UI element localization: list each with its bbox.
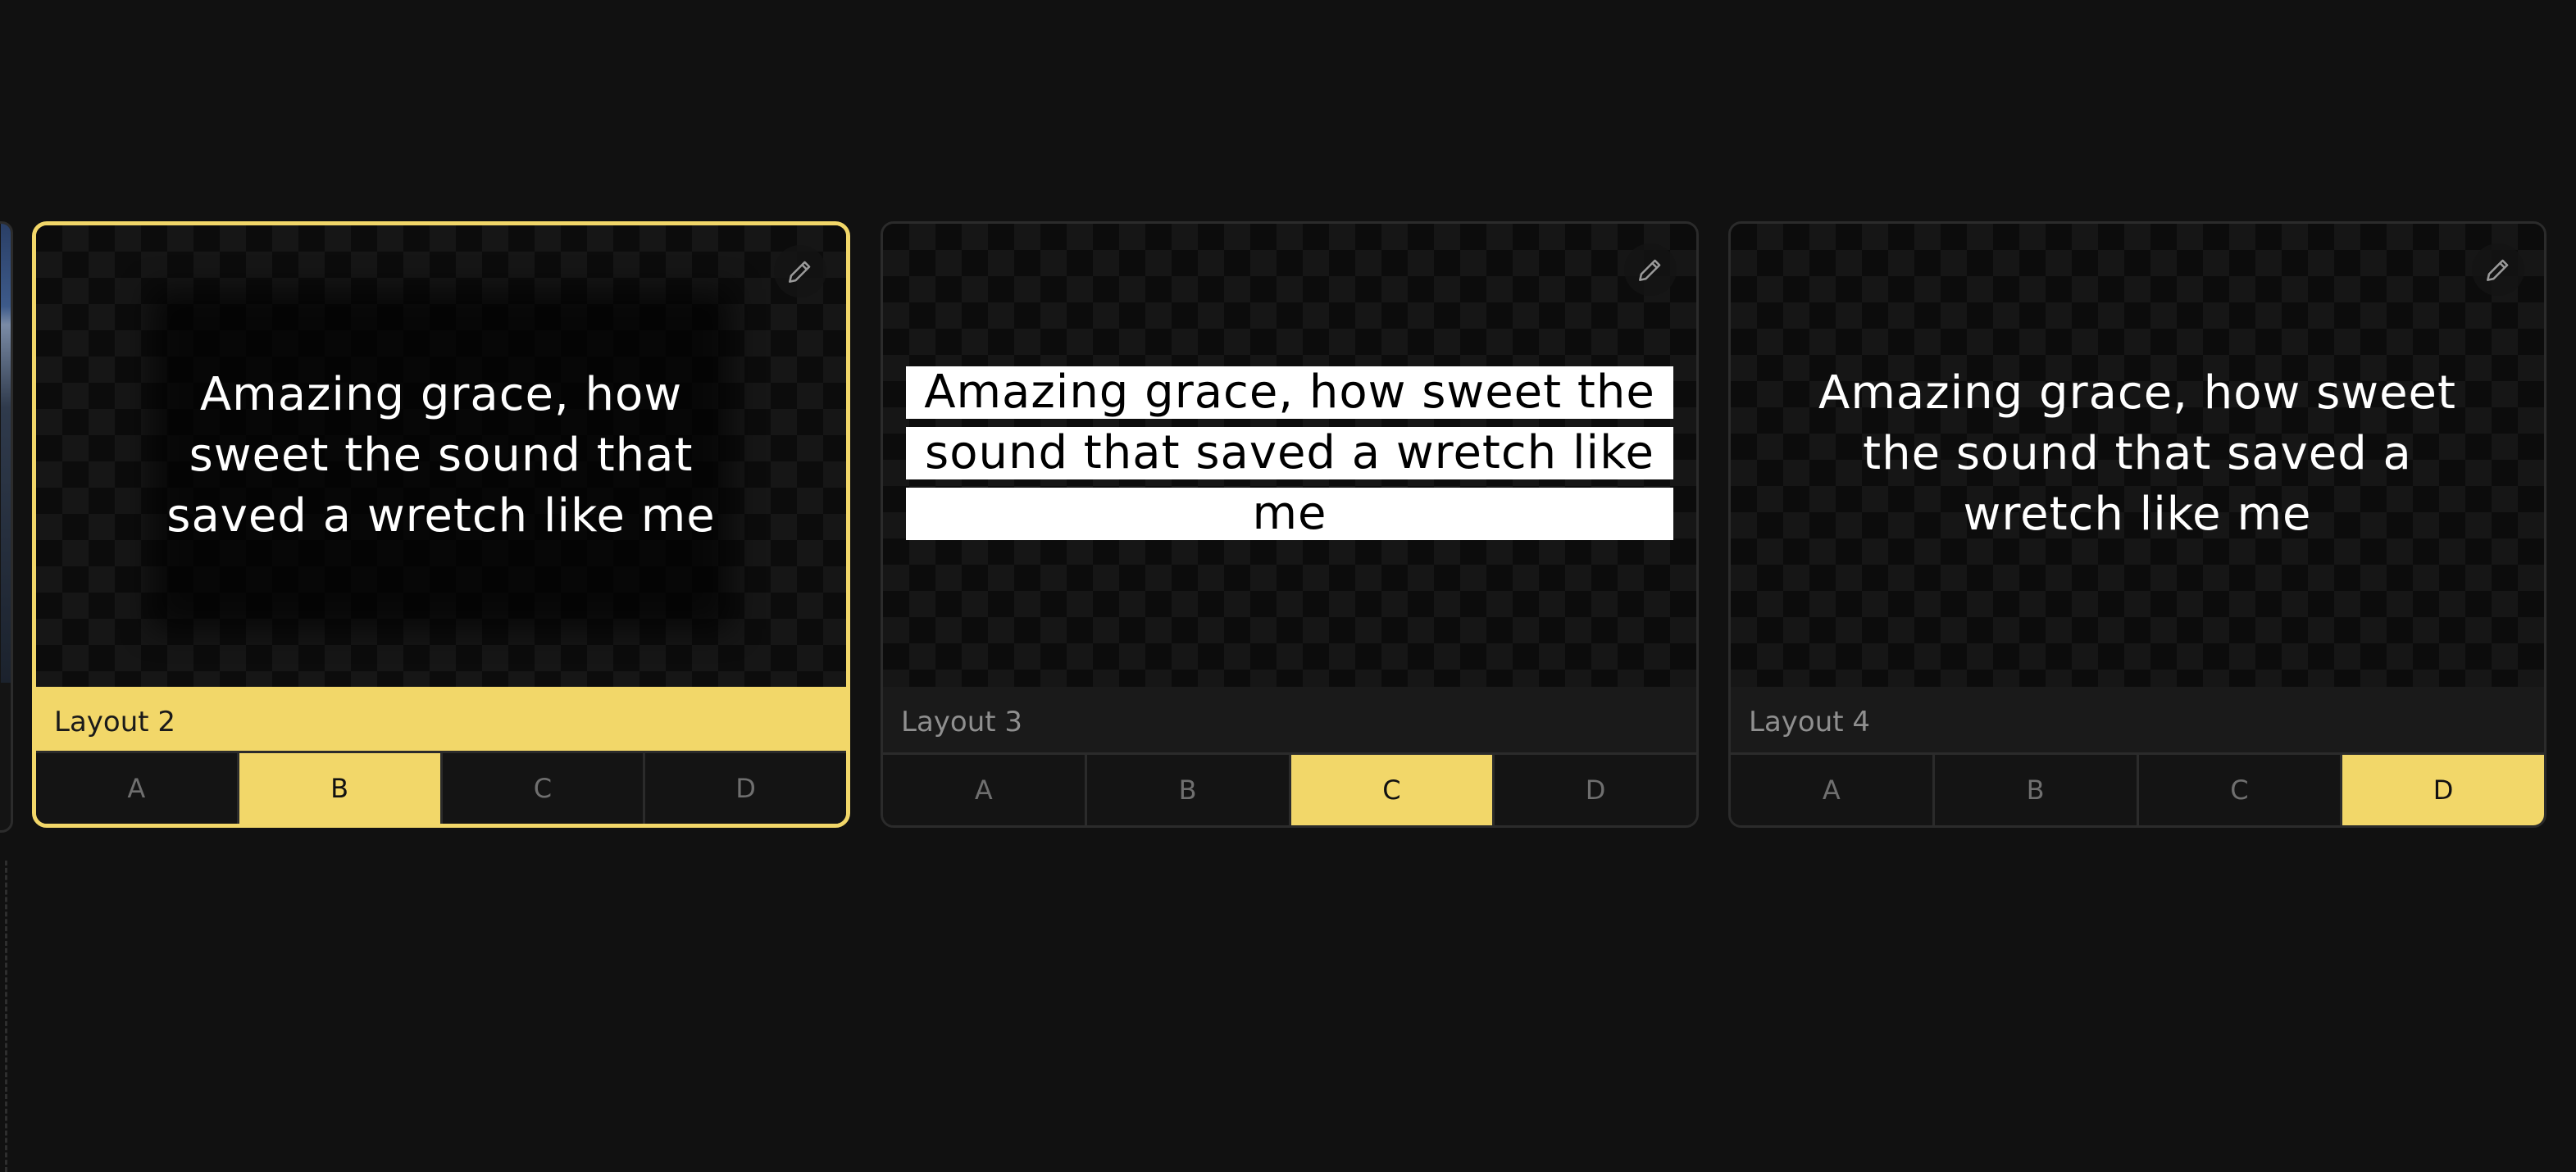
lyric-text-boxed: Amazing grace, how sweet the sound that … [906, 366, 1673, 540]
variant-selector: A B C D [1731, 752, 2544, 825]
lyric-line: Amazing grace, how sweet [1818, 366, 2456, 420]
lyric-line: the sound that saved a [1863, 427, 2412, 480]
layout-preview[interactable]: Amazing grace, how sweet the sound that … [1731, 224, 2544, 687]
lyric-line: sound that saved a wretch like [906, 427, 1673, 479]
lyric-line: saved a wretch like me [166, 489, 716, 543]
pencil-icon [789, 261, 811, 283]
layout-card-3[interactable]: Amazing grace, how sweet the sound that … [881, 221, 1699, 828]
variant-d-button[interactable]: D [2342, 755, 2544, 825]
pencil-icon [1639, 259, 1661, 281]
variant-b-button[interactable]: B [1935, 755, 2139, 825]
variant-c-button[interactable]: C [1290, 755, 1495, 825]
layout-name: Layout 3 [883, 687, 1696, 758]
previous-layout-thumbnail [1, 224, 11, 683]
layout-card-4[interactable]: Amazing grace, how sweet the sound that … [1728, 221, 2546, 828]
variant-a-button[interactable]: A [36, 753, 239, 824]
layout-preview[interactable]: Amazing grace, how sweet the sound that … [36, 225, 846, 687]
lyric-line: wretch like me [1963, 488, 2312, 541]
lyric-line: Amazing grace, how [199, 368, 683, 421]
layout-picker: Amazing grace, how sweet the sound that … [0, 0, 2576, 1172]
lyric-line: Amazing grace, how sweet the [906, 366, 1673, 419]
variant-d-button[interactable]: D [1495, 755, 1696, 825]
variant-selector: A B C D [883, 752, 1696, 825]
variant-a-button[interactable]: A [1731, 755, 1935, 825]
variant-selector: A B C D [36, 751, 846, 824]
variant-b-button[interactable]: B [1087, 755, 1291, 825]
previous-layout-card[interactable] [0, 221, 13, 833]
edit-layout-button[interactable] [2472, 243, 2524, 296]
lyric-line: me [906, 488, 1673, 540]
layout-preview[interactable]: Amazing grace, how sweet the sound that … [883, 224, 1696, 687]
variant-b-button[interactable]: B [239, 753, 443, 824]
edit-layout-button[interactable] [774, 245, 826, 298]
lyric-text: Amazing grace, how sweet the sound that … [1731, 363, 2544, 545]
drop-zone-outline [5, 861, 7, 1172]
lyric-text: Amazing grace, how sweet the sound that … [36, 365, 846, 547]
variant-c-button[interactable]: C [443, 753, 646, 824]
layout-name: Layout 4 [1731, 687, 2544, 758]
variant-a-button[interactable]: A [883, 755, 1087, 825]
lyric-line: sweet the sound that [189, 429, 694, 482]
edit-layout-button[interactable] [1624, 243, 1677, 296]
layout-card-2[interactable]: Amazing grace, how sweet the sound that … [32, 221, 850, 828]
layout-name: Layout 2 [36, 687, 846, 758]
variant-c-button[interactable]: C [2139, 755, 2343, 825]
variant-d-button[interactable]: D [645, 753, 846, 824]
pencil-icon [2487, 259, 2509, 281]
